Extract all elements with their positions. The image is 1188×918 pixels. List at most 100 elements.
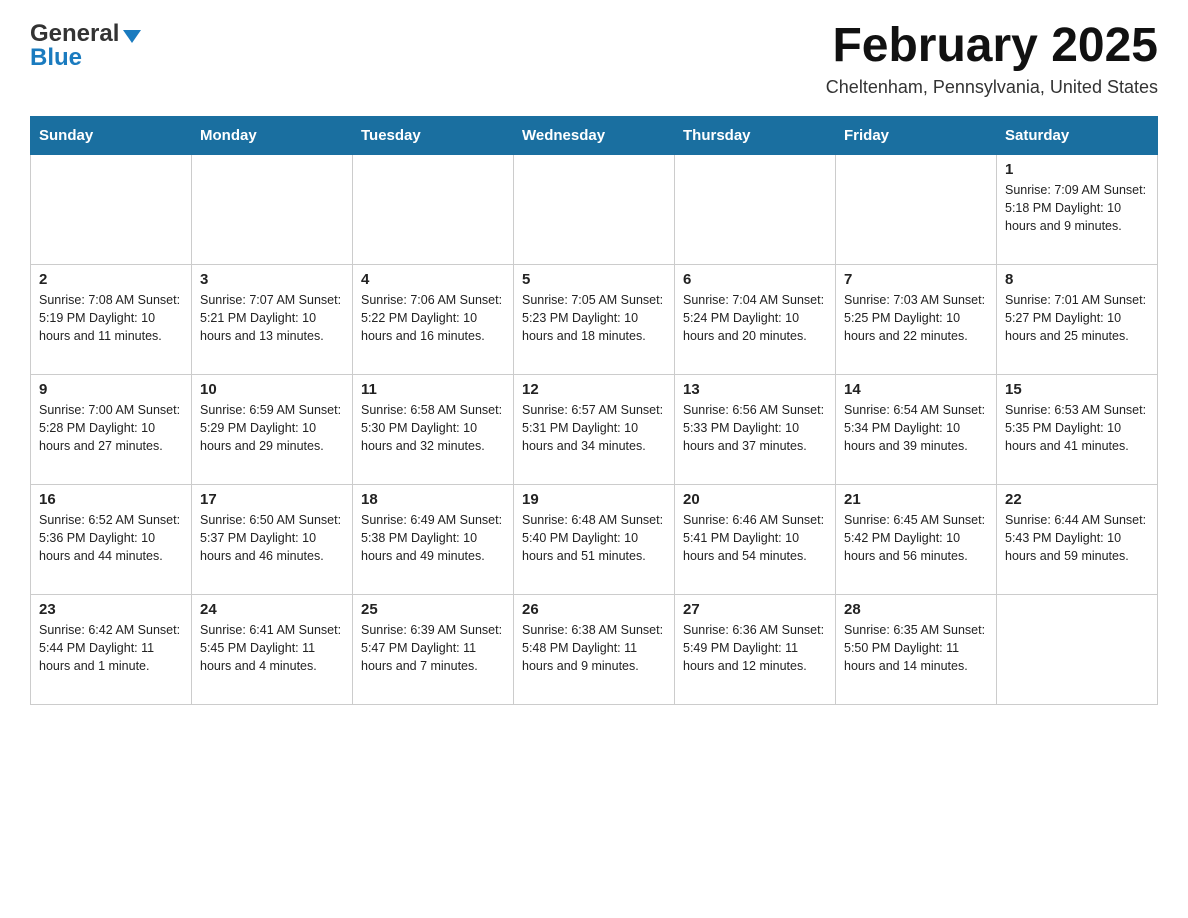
day-info: Sunrise: 6:44 AM Sunset: 5:43 PM Dayligh… [1005,511,1149,565]
day-info: Sunrise: 7:06 AM Sunset: 5:22 PM Dayligh… [361,291,505,345]
day-number: 26 [522,601,666,618]
calendar-cell: 2Sunrise: 7:08 AM Sunset: 5:19 PM Daylig… [31,264,192,374]
calendar-cell: 10 Sunrise: 6:59 AM Sunset: 5:29 PM Dayli… [192,374,353,484]
day-info: Sunrise: 6:36 AM Sunset: 5:49 PM Dayligh… [683,621,827,675]
day-info: Sunrise: 6:46 AM Sunset: 5:41 PM Dayligh… [683,511,827,565]
day-number: 18 [361,491,505,508]
week-row-1: 2Sunrise: 7:08 AM Sunset: 5:19 PM Daylig… [31,264,1158,374]
calendar-cell: 23Sunrise: 6:42 AM Sunset: 5:44 PM Dayli… [31,594,192,704]
day-info: Sunrise: 6:59 AM Sunset: 5:29 PM Dayligh… [200,401,344,455]
calendar-cell: 22 Sunrise: 6:44 AM Sunset: 5:43 PM Dayli… [997,484,1158,594]
calendar-cell: 16 Sunrise: 6:52 AM Sunset: 5:36 PM Dayli… [31,484,192,594]
calendar-cell [836,154,997,264]
calendar-cell: 4 Sunrise: 7:06 AM Sunset: 5:22 PM Daylig… [353,264,514,374]
calendar-cell: 25 Sunrise: 6:39 AM Sunset: 5:47 PM Dayli… [353,594,514,704]
calendar-cell: 12 Sunrise: 6:57 AM Sunset: 5:31 PM Dayli… [514,374,675,484]
calendar-cell: 11Sunrise: 6:58 AM Sunset: 5:30 PM Dayli… [353,374,514,484]
calendar-cell: 13 Sunrise: 6:56 AM Sunset: 5:33 PM Dayli… [675,374,836,484]
day-number: 21 [844,491,988,508]
day-info: Sunrise: 6:58 AM Sunset: 5:30 PM Dayligh… [361,401,505,455]
calendar-cell: 6 Sunrise: 7:04 AM Sunset: 5:24 PM Daylig… [675,264,836,374]
day-info: Sunrise: 7:09 AM Sunset: 5:18 PM Dayligh… [1005,181,1149,235]
day-info: Sunrise: 6:57 AM Sunset: 5:31 PM Dayligh… [522,401,666,455]
day-number: 25 [361,601,505,618]
calendar-cell: 20Sunrise: 6:46 AM Sunset: 5:41 PM Dayli… [675,484,836,594]
day-number: 15 [1005,381,1149,398]
day-number: 13 [683,381,827,398]
calendar-cell: 5 Sunrise: 7:05 AM Sunset: 5:23 PM Daylig… [514,264,675,374]
page-header: General Blue February 2025 Cheltenham, P… [30,20,1158,98]
header-friday: Friday [836,116,997,154]
day-number: 19 [522,491,666,508]
day-info: Sunrise: 7:04 AM Sunset: 5:24 PM Dayligh… [683,291,827,345]
day-info: Sunrise: 6:39 AM Sunset: 5:47 PM Dayligh… [361,621,505,675]
calendar-table: SundayMondayTuesdayWednesdayThursdayFrid… [30,116,1158,705]
day-number: 16 [39,491,183,508]
day-number: 6 [683,271,827,288]
calendar-cell: 17 Sunrise: 6:50 AM Sunset: 5:37 PM Dayli… [192,484,353,594]
day-info: Sunrise: 6:48 AM Sunset: 5:40 PM Dayligh… [522,511,666,565]
day-info: Sunrise: 7:05 AM Sunset: 5:23 PM Dayligh… [522,291,666,345]
day-info: Sunrise: 6:35 AM Sunset: 5:50 PM Dayligh… [844,621,988,675]
day-info: Sunrise: 6:45 AM Sunset: 5:42 PM Dayligh… [844,511,988,565]
day-info: Sunrise: 6:41 AM Sunset: 5:45 PM Dayligh… [200,621,344,675]
day-info: Sunrise: 6:52 AM Sunset: 5:36 PM Dayligh… [39,511,183,565]
day-number: 17 [200,491,344,508]
calendar-cell [31,154,192,264]
calendar-cell: 8 Sunrise: 7:01 AM Sunset: 5:27 PM Daylig… [997,264,1158,374]
day-number: 22 [1005,491,1149,508]
day-number: 12 [522,381,666,398]
day-info: Sunrise: 6:42 AM Sunset: 5:44 PM Dayligh… [39,621,183,675]
header-wednesday: Wednesday [514,116,675,154]
day-number: 9 [39,381,183,398]
day-info: Sunrise: 6:53 AM Sunset: 5:35 PM Dayligh… [1005,401,1149,455]
calendar-cell: 14 Sunrise: 6:54 AM Sunset: 5:34 PM Dayli… [836,374,997,484]
day-info: Sunrise: 6:38 AM Sunset: 5:48 PM Dayligh… [522,621,666,675]
day-info: Sunrise: 7:08 AM Sunset: 5:19 PM Dayligh… [39,291,183,345]
calendar-cell: 7 Sunrise: 7:03 AM Sunset: 5:25 PM Daylig… [836,264,997,374]
day-info: Sunrise: 6:49 AM Sunset: 5:38 PM Dayligh… [361,511,505,565]
calendar-body: 1Sunrise: 7:09 AM Sunset: 5:18 PM Daylig… [31,154,1158,704]
calendar-cell: 18 Sunrise: 6:49 AM Sunset: 5:38 PM Dayli… [353,484,514,594]
day-number: 27 [683,601,827,618]
month-title: February 2025 [826,20,1158,73]
week-row-4: 23Sunrise: 6:42 AM Sunset: 5:44 PM Dayli… [31,594,1158,704]
header-sunday: Sunday [31,116,192,154]
header-saturday: Saturday [997,116,1158,154]
location-title: Cheltenham, Pennsylvania, United States [826,77,1158,98]
day-number: 10 [200,381,344,398]
calendar-cell: 1Sunrise: 7:09 AM Sunset: 5:18 PM Daylig… [997,154,1158,264]
day-number: 8 [1005,271,1149,288]
calendar-cell [192,154,353,264]
calendar-cell: 19 Sunrise: 6:48 AM Sunset: 5:40 PM Dayli… [514,484,675,594]
calendar-cell: 3Sunrise: 7:07 AM Sunset: 5:21 PM Daylig… [192,264,353,374]
day-info: Sunrise: 7:01 AM Sunset: 5:27 PM Dayligh… [1005,291,1149,345]
day-number: 3 [200,271,344,288]
day-number: 5 [522,271,666,288]
day-info: Sunrise: 6:54 AM Sunset: 5:34 PM Dayligh… [844,401,988,455]
week-row-0: 1Sunrise: 7:09 AM Sunset: 5:18 PM Daylig… [31,154,1158,264]
calendar-cell: 9Sunrise: 7:00 AM Sunset: 5:28 PM Daylig… [31,374,192,484]
logo: General Blue [30,20,141,72]
header-tuesday: Tuesday [353,116,514,154]
calendar-cell: 26 Sunrise: 6:38 AM Sunset: 5:48 PM Dayli… [514,594,675,704]
calendar-cell: 21 Sunrise: 6:45 AM Sunset: 5:42 PM Dayli… [836,484,997,594]
calendar-header-row: SundayMondayTuesdayWednesdayThursdayFrid… [31,116,1158,154]
day-number: 24 [200,601,344,618]
day-number: 4 [361,271,505,288]
day-number: 7 [844,271,988,288]
calendar-cell: 24 Sunrise: 6:41 AM Sunset: 5:45 PM Dayli… [192,594,353,704]
calendar-cell [514,154,675,264]
week-row-3: 16 Sunrise: 6:52 AM Sunset: 5:36 PM Dayli… [31,484,1158,594]
day-number: 28 [844,601,988,618]
week-row-2: 9Sunrise: 7:00 AM Sunset: 5:28 PM Daylig… [31,374,1158,484]
header-thursday: Thursday [675,116,836,154]
calendar-cell: 28 Sunrise: 6:35 AM Sunset: 5:50 PM Dayli… [836,594,997,704]
calendar-cell [675,154,836,264]
day-info: Sunrise: 6:56 AM Sunset: 5:33 PM Dayligh… [683,401,827,455]
day-info: Sunrise: 7:03 AM Sunset: 5:25 PM Dayligh… [844,291,988,345]
day-info: Sunrise: 6:50 AM Sunset: 5:37 PM Dayligh… [200,511,344,565]
header-monday: Monday [192,116,353,154]
day-number: 14 [844,381,988,398]
calendar-cell [997,594,1158,704]
